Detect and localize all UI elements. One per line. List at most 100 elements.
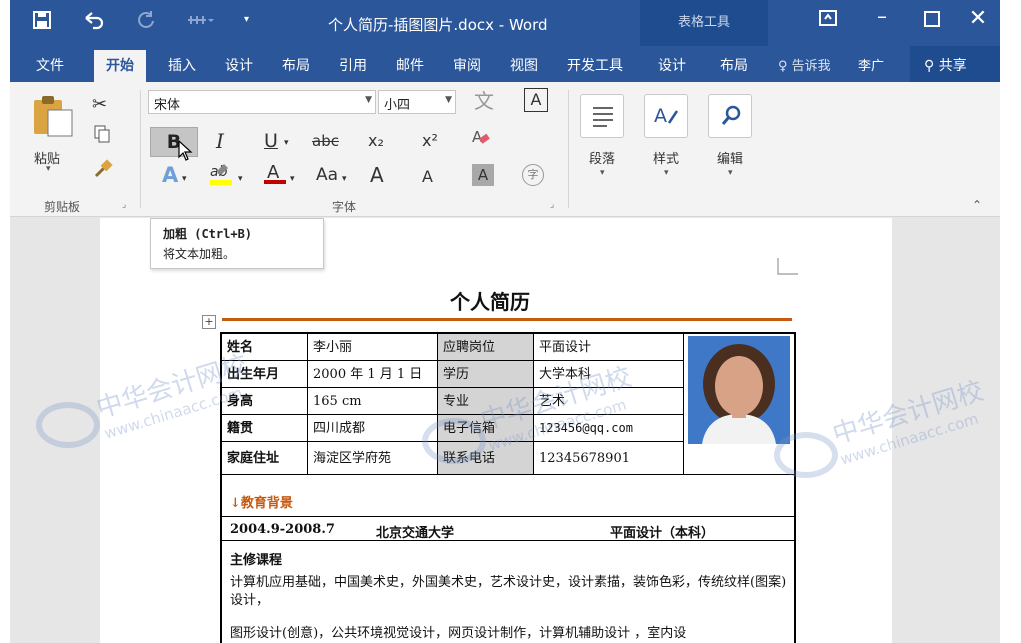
- paragraph-label: 段落: [588, 152, 615, 167]
- character-shading-button[interactable]: A: [472, 164, 494, 186]
- value-address[interactable]: 海淀区学府苑: [308, 442, 438, 475]
- clipboard-group-label: 剪贴板: [44, 200, 81, 214]
- tell-me-label: 告诉我: [791, 59, 831, 74]
- courses-text[interactable]: 计算机应用基础，中国美术史，外国美术史，艺术设计史，设计素描，装饰色彩，传统纹样…: [230, 574, 790, 610]
- table-move-handle[interactable]: +: [202, 315, 216, 329]
- enclose-characters-button[interactable]: 字: [522, 164, 544, 186]
- lightbulb-icon: ♀: [778, 59, 788, 74]
- collapse-ribbon-icon[interactable]: ⌃: [972, 198, 982, 212]
- grow-font-button[interactable]: A: [370, 162, 384, 188]
- font-launcher-icon[interactable]: ⌟: [550, 200, 554, 210]
- highlight-button[interactable]: ab: [208, 160, 234, 194]
- tooltip-title: 加粗 (Ctrl+B): [163, 227, 253, 241]
- customize-qat-icon[interactable]: ▾: [244, 14, 249, 25]
- highlight-dropdown-icon[interactable]: ▾: [238, 166, 243, 192]
- svg-text:A: A: [472, 128, 483, 146]
- table-draw-icon[interactable]: [186, 10, 214, 35]
- ribbon-separator: [140, 90, 141, 208]
- font-color-button[interactable]: A: [262, 160, 288, 194]
- label-origin: 籍贯: [222, 415, 308, 442]
- mouse-cursor-icon: [178, 139, 194, 166]
- tab-insert[interactable]: 插入: [168, 55, 196, 75]
- value-birth[interactable]: 2000 年 1 月 1 日: [308, 361, 438, 388]
- education-school: 北京交通大学: [376, 526, 455, 541]
- bold-tooltip: 加粗 (Ctrl+B) 将文本加粗。: [150, 218, 324, 269]
- maximize-icon[interactable]: [912, 8, 952, 32]
- tab-view[interactable]: 视图: [510, 55, 538, 75]
- person-icon: ⚲: [924, 58, 935, 74]
- resume-title: 个人简历: [450, 290, 530, 314]
- char-border-icon[interactable]: A: [524, 88, 548, 112]
- text-effects-dropdown-icon[interactable]: ▾: [182, 166, 187, 192]
- phonetic-guide-icon[interactable]: 文: [474, 88, 494, 114]
- strikethrough-button[interactable]: abc: [312, 128, 339, 154]
- clipboard-icon: [32, 94, 74, 142]
- change-case-dropdown-icon[interactable]: ▾: [342, 166, 347, 192]
- font-name-combo[interactable]: 宋体 ▼: [148, 90, 376, 114]
- font-color-dropdown-icon[interactable]: ▾: [290, 166, 295, 192]
- editing-button[interactable]: [708, 94, 752, 138]
- tab-table-design[interactable]: 设计: [658, 55, 686, 75]
- context-tab-label: 表格工具: [640, 0, 768, 46]
- underline-dropdown-icon[interactable]: ▾: [284, 130, 289, 156]
- courses-heading: 主修课程: [230, 553, 283, 568]
- watermark-logo: [422, 418, 486, 464]
- italic-button[interactable]: I: [216, 128, 224, 154]
- tab-home[interactable]: 开始: [94, 50, 146, 82]
- underline-button[interactable]: U: [264, 128, 278, 154]
- paragraph-button[interactable]: [580, 94, 624, 138]
- tab-design[interactable]: 设计: [225, 55, 253, 75]
- tab-developer[interactable]: 开发工具: [567, 55, 623, 75]
- clipboard-launcher-icon[interactable]: ⌟: [122, 200, 126, 210]
- value-height[interactable]: 165 cm: [308, 388, 438, 415]
- redo-icon[interactable]: [136, 10, 156, 35]
- format-painter-icon[interactable]: [92, 158, 114, 188]
- tab-file[interactable]: 文件: [36, 55, 64, 75]
- word-window: ▾ 个人简历-插图图片.docx - Word 表格工具 – ✕ 文件 开始 插…: [10, 0, 1000, 643]
- minimize-icon[interactable]: –: [862, 4, 902, 28]
- superscript-button[interactable]: x²: [422, 128, 438, 154]
- text-effects-button[interactable]: A: [162, 162, 178, 188]
- close-icon[interactable]: ✕: [958, 6, 998, 31]
- tab-table-layout[interactable]: 布局: [720, 55, 748, 75]
- share-label: 共享: [938, 58, 967, 74]
- resume-table[interactable]: 姓名 李小丽 应聘岗位 平面设计 出生年月 2000 年 1 月 1 日 学历 …: [220, 332, 796, 643]
- clear-formatting-icon[interactable]: A: [470, 126, 492, 156]
- chevron-down-icon: ▾: [600, 168, 605, 178]
- subscript-button[interactable]: x₂: [368, 128, 384, 154]
- chevron-down-icon: ▼: [365, 95, 372, 105]
- label-position: 应聘岗位: [438, 334, 534, 361]
- align-lines-icon: [591, 105, 615, 131]
- ribbon-tabs: 文件 开始 插入 设计 布局 引用 邮件 审阅 视图 开发工具 设计 布局 ♀ …: [10, 46, 1000, 82]
- save-icon[interactable]: [32, 10, 52, 35]
- education-period: 2004.9-2008.7: [230, 522, 335, 537]
- courses-text-continued[interactable]: 图形设计(创意)，公共环境视觉设计，网页设计制作，计算机辅助设计 ，室内设: [230, 622, 790, 641]
- tab-layout[interactable]: 布局: [282, 55, 310, 75]
- chevron-down-icon: ▼: [445, 95, 452, 105]
- styles-button[interactable]: A: [644, 94, 688, 138]
- ribbon-display-icon[interactable]: [808, 8, 848, 32]
- profile-photo[interactable]: [688, 336, 790, 444]
- font-group-label: 字体: [332, 200, 357, 214]
- tab-mailings[interactable]: 邮件: [396, 55, 424, 75]
- styles-icon: A: [653, 103, 681, 133]
- shrink-font-button[interactable]: A: [422, 164, 433, 190]
- tab-references[interactable]: 引用: [339, 55, 367, 75]
- tab-review[interactable]: 审阅: [453, 55, 481, 75]
- share-button[interactable]: ⚲ 共享: [910, 46, 1000, 82]
- paste-button[interactable]: 粘贴 ▾: [28, 94, 78, 174]
- user-name[interactable]: 李广: [858, 55, 884, 74]
- copy-icon[interactable]: [92, 124, 112, 152]
- ribbon-separator: [568, 90, 569, 208]
- value-position[interactable]: 平面设计: [534, 334, 684, 361]
- tooltip-description: 将文本加粗。: [163, 247, 236, 261]
- font-size-combo[interactable]: 小四 ▼: [378, 90, 456, 114]
- font-name-value: 宋体: [154, 98, 181, 113]
- undo-icon[interactable]: [82, 10, 104, 35]
- value-name[interactable]: 李小丽: [308, 334, 438, 361]
- value-phone[interactable]: 12345678901: [534, 442, 684, 475]
- tell-me-box[interactable]: ♀ 告诉我: [778, 55, 831, 74]
- change-case-button[interactable]: Aa: [316, 162, 338, 188]
- value-origin[interactable]: 四川成都: [308, 415, 438, 442]
- cut-icon[interactable]: ✂: [92, 92, 107, 118]
